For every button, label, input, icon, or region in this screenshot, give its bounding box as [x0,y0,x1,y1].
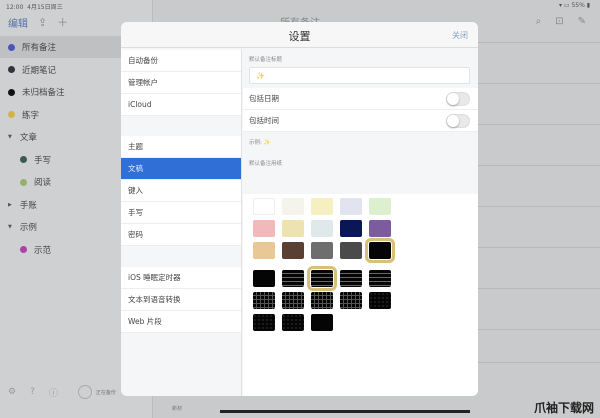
info-icon[interactable]: ⓘ [49,386,58,399]
settings-nav-item[interactable]: 主题 [121,136,241,158]
settings-modal: 设置 关闭 自动备份 管理帐户 iCloud 主题 文稿 键入 手写 密码 iOS 睡眠定时器文… [121,22,478,396]
paper-pattern-swatch[interactable] [340,292,362,309]
color-dot-icon [8,43,15,51]
paper-pattern-swatch[interactable] [311,314,333,331]
paper-color-swatch[interactable] [282,220,304,237]
watermark: 爪袖下载网 [533,401,594,415]
sidebar-item-label: 示例 [19,223,37,233]
paper-label: 默认备注用纸 [249,161,283,167]
sidebar-item-label: 手账 [19,200,37,211]
compose-icon[interactable]: ✎ [578,16,586,27]
close-button[interactable]: 关闭 [452,30,468,41]
color-dot-icon [20,156,27,163]
settings-detail: 默认备注标题 ✨ 包括日期 包括时间 示例: ✨ 默认备注用纸 [243,49,478,396]
settings-nav: 自动备份 管理帐户 iCloud 主题 文稿 键入 手写 密码 iOS 睡眠定时器 文本到语音转换… [121,49,242,396]
color-dot-icon [8,88,15,96]
paper-pattern-swatch[interactable] [282,314,304,331]
settings-nav-item[interactable]: 手写 [121,202,241,224]
battery: ▾ ▭ 55% ▮ [558,2,590,9]
paper-color-swatch[interactable] [340,220,362,237]
paper-pattern-swatch[interactable] [282,270,304,287]
include-time-row: 包括时间 [243,110,478,132]
example-label: 示例: [249,140,262,146]
sidebar-item-label: 近期笔记 [22,65,57,76]
share-icon[interactable]: ⇪ [38,16,47,29]
disclosure-icon: ▼ [8,224,12,230]
include-time-label: 包括时间 [249,116,279,125]
settings-icon[interactable]: ⚙ [8,387,16,397]
date: 4月15日周三 [27,4,63,11]
search-icon[interactable]: ⌕ [536,16,542,27]
add-icon[interactable]: ＋ [57,14,68,30]
paper-pattern-swatch[interactable] [311,292,333,309]
default-title-label: 默认备注标题 [249,57,283,63]
paper-color-swatch[interactable] [311,242,333,259]
settings-nav-item[interactable]: Web 片段 [121,311,241,333]
help-icon[interactable]: ? [30,387,35,397]
paper-color-swatch[interactable] [369,220,391,237]
default-title-input[interactable]: ✨ [249,67,470,84]
paper-color-swatch[interactable] [253,220,275,237]
sidebar-item-label: 练字 [22,110,40,121]
paper-color-swatch[interactable] [365,238,395,263]
import-icon[interactable]: ⊡ [555,16,563,27]
paper-color-swatch[interactable] [282,198,304,215]
paper-pattern-swatch[interactable] [369,270,391,287]
paper-color-swatch[interactable] [369,198,391,215]
color-dot-icon [20,178,27,186]
sidebar-item-label: 未归档备注 [22,88,65,98]
include-date-row: 包括日期 [243,88,478,110]
paper-pattern-swatch[interactable] [369,292,391,309]
settings-nav-item[interactable]: iCloud [121,94,241,116]
include-time-toggle[interactable] [446,114,470,128]
home-indicator [220,410,470,413]
paper-pattern-swatch[interactable] [340,270,362,287]
disclosure-icon: ▼ [8,134,12,140]
settings-nav-item[interactable]: 文稿 [121,158,241,180]
paper-color-swatch[interactable] [253,198,275,215]
paper-pattern-swatch[interactable] [253,292,275,309]
time: 12:00 [6,4,24,11]
sidebar-item-label: 文章 [19,133,37,143]
status-bar: 12:00 4月15日周三 ▾ ▭ 55% ▮ [0,0,600,12]
paper-color-swatch[interactable] [340,242,362,259]
note-label: 新材 [172,406,183,412]
sidebar-item-label: 示范 [34,245,52,256]
paper-color-swatch[interactable] [311,198,333,215]
settings-nav-item[interactable]: 文本到语音转换 [121,289,241,311]
paper-pattern-swatch[interactable] [253,270,275,287]
color-dot-icon [8,66,15,73]
modal-title: 设置 [288,30,311,43]
color-dot-icon [20,246,27,253]
include-date-label: 包括日期 [249,94,279,103]
paper-color-swatch[interactable] [311,220,333,237]
paper-pattern-swatch[interactable] [253,314,275,331]
sync-status: 正在备份 [95,389,116,396]
paper-color-swatch[interactable] [340,198,362,215]
settings-nav-item[interactable]: 密码 [121,224,241,246]
sidebar-item-label: 手写 [34,155,52,166]
paper-color-swatch[interactable] [282,242,304,259]
include-date-toggle[interactable] [446,92,470,106]
settings-nav-item[interactable]: 键入 [121,180,241,202]
paper-pattern-swatch[interactable] [282,292,304,309]
settings-nav-item[interactable]: 自动备份 [121,50,241,72]
settings-nav-item[interactable]: iOS 睡眠定时器 [121,267,241,289]
paper-color-swatch[interactable] [253,242,275,259]
edit-button[interactable]: 编辑 [8,15,28,30]
sidebar-item-label: 所有备注 [22,43,57,53]
paper-pattern-swatch[interactable] [307,266,337,291]
settings-nav-item[interactable]: 管理帐户 [121,72,241,94]
disclosure-icon: ▶ [8,201,12,208]
sidebar-item-label: 阅读 [34,178,52,188]
color-dot-icon [8,111,15,118]
paper-picker [243,194,478,396]
sync-indicator [77,385,92,399]
example-value: ✨ [263,140,271,146]
